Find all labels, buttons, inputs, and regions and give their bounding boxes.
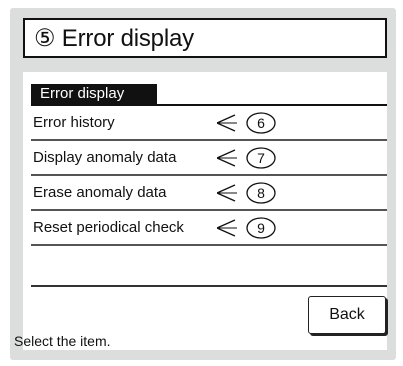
menu-item-label: Reset periodical check bbox=[33, 219, 184, 236]
menu-item-reset-periodical-check[interactable]: Reset periodical check 9 bbox=[31, 211, 387, 246]
title-label: Error display bbox=[61, 24, 194, 52]
page-title-box: ⑤ Error display bbox=[23, 18, 387, 58]
callout-number: 6 bbox=[257, 115, 265, 131]
callout-number: 9 bbox=[257, 220, 265, 236]
section-header: Error display bbox=[31, 84, 157, 104]
status-message: Select the item. bbox=[14, 333, 111, 349]
menu-panel: Error display Error history 6 Display an… bbox=[23, 72, 387, 350]
menu-item-erase-anomaly-data[interactable]: Erase anomaly data 8 bbox=[31, 176, 387, 211]
callout-number: 8 bbox=[257, 185, 265, 201]
screen: ⑤ Error display Error display Error hist… bbox=[10, 8, 396, 360]
menu-item-display-anomaly-data[interactable]: Display anomaly data 7 bbox=[31, 141, 387, 176]
menu-item-empty bbox=[31, 246, 387, 287]
callout-number: 7 bbox=[257, 150, 265, 166]
menu-item-label: Error history bbox=[33, 114, 115, 131]
callout-7: 7 bbox=[217, 147, 276, 169]
menu-item-label: Erase anomaly data bbox=[33, 184, 167, 201]
menu-item-error-history[interactable]: Error history 6 bbox=[31, 106, 387, 141]
page-title: ⑤ Error display bbox=[34, 24, 194, 53]
callout-6: 6 bbox=[217, 112, 276, 134]
title-number: ⑤ bbox=[34, 24, 56, 52]
callout-9: 9 bbox=[217, 217, 276, 239]
callout-8: 8 bbox=[217, 182, 276, 204]
menu-item-label: Display anomaly data bbox=[33, 149, 177, 166]
back-button[interactable]: Back bbox=[308, 296, 386, 334]
